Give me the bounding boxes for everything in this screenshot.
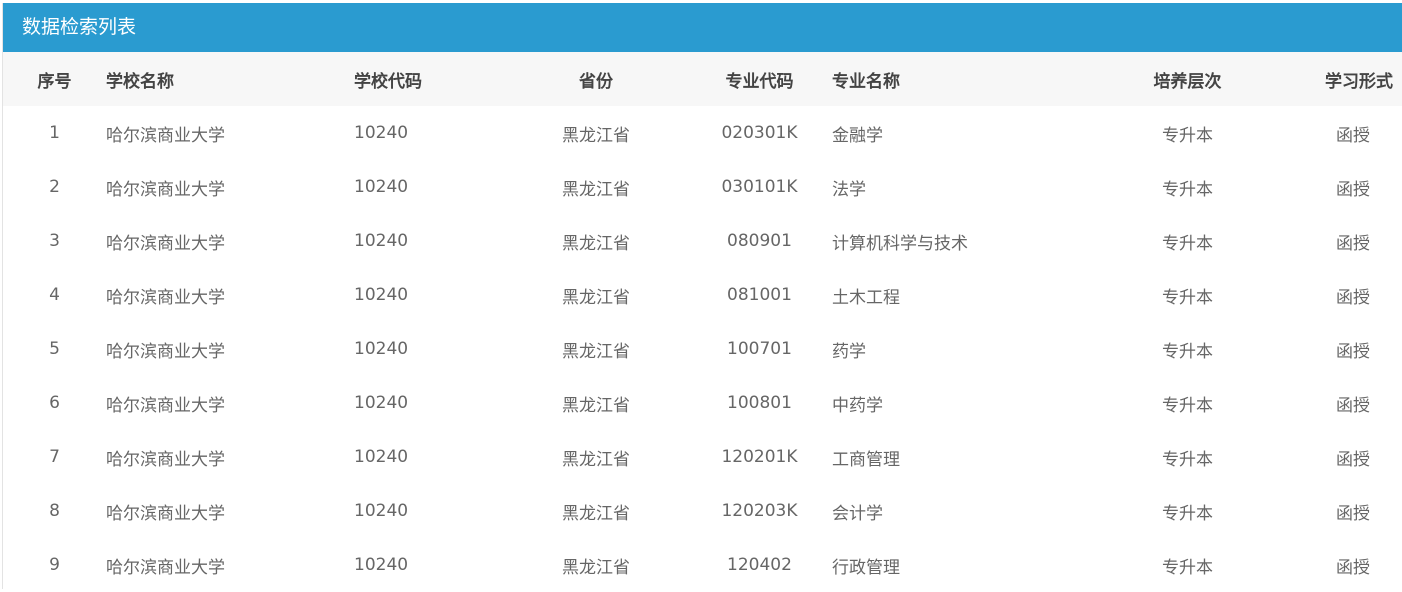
cell-study-form: 函授	[1336, 557, 1370, 578]
cell-index: 5	[49, 339, 60, 359]
cell-level: 专升本	[1162, 125, 1213, 146]
cell-study-form: 函授	[1336, 125, 1370, 146]
cell-index: 4	[49, 285, 60, 305]
cell-school-code: 10240	[354, 123, 409, 143]
cell-school-name: 哈尔滨商业大学	[106, 557, 225, 578]
cell-major-code: 100701	[727, 339, 792, 359]
cell-study-form: 函授	[1336, 503, 1370, 524]
table-row[interactable]: 9 哈尔滨商业大学 10240 黑龙江省 120402 行政管理 专升本 函授	[3, 538, 1402, 592]
cell-study-form: 函授	[1336, 395, 1370, 416]
cell-school-code: 10240	[354, 555, 409, 575]
col-header-major-name: 专业名称	[832, 71, 900, 92]
cell-major-code: 120203K	[721, 501, 798, 521]
cell-level: 专升本	[1162, 557, 1213, 578]
table-row[interactable]: 7 哈尔滨商业大学 10240 黑龙江省 120201K 工商管理 专升本 函授	[3, 430, 1402, 484]
table-row[interactable]: 3 哈尔滨商业大学 10240 黑龙江省 080901 计算机科学与技术 专升本 函授	[3, 214, 1402, 268]
cell-index: 2	[49, 177, 60, 197]
results-table: 序号 学校名称 学校代码 省份 专业代码 专业名称 培养层次 学习形式 1 哈尔滨…	[3, 52, 1402, 592]
col-header-study-form: 学习形式	[1325, 71, 1393, 92]
cell-school-code: 10240	[354, 339, 409, 359]
cell-major-name: 土木工程	[832, 287, 900, 308]
cell-major-name: 行政管理	[832, 557, 900, 578]
col-header-level: 培养层次	[1153, 71, 1222, 92]
cell-major-code: 020301K	[721, 123, 798, 143]
cell-major-code: 081001	[727, 285, 792, 305]
cell-school-code: 10240	[354, 285, 409, 305]
cell-index: 9	[49, 555, 60, 575]
cell-index: 7	[49, 447, 60, 467]
cell-province: 黑龙江省	[562, 233, 630, 254]
cell-major-code: 120201K	[721, 447, 798, 467]
table-row[interactable]: 4 哈尔滨商业大学 10240 黑龙江省 081001 土木工程 专升本 函授	[3, 268, 1402, 322]
cell-major-name: 中药学	[832, 395, 883, 416]
cell-school-code: 10240	[354, 393, 409, 413]
cell-school-name: 哈尔滨商业大学	[106, 341, 225, 362]
cell-major-name: 药学	[832, 341, 866, 362]
cell-major-name: 金融学	[832, 125, 883, 146]
table-body: 1 哈尔滨商业大学 10240 黑龙江省 020301K 金融学 专升本 函授 2 哈尔滨商业大学…	[3, 106, 1402, 592]
cell-level: 专升本	[1162, 341, 1213, 362]
cell-province: 黑龙江省	[562, 287, 630, 308]
cell-major-code: 100801	[727, 393, 792, 413]
cell-major-code: 030101K	[721, 177, 798, 197]
cell-school-code: 10240	[354, 447, 409, 467]
col-header-major-code: 专业代码	[725, 71, 794, 92]
cell-province: 黑龙江省	[562, 503, 630, 524]
cell-province: 黑龙江省	[562, 449, 630, 470]
panel-title: 数据检索列表	[3, 3, 1402, 52]
col-header-province: 省份	[579, 71, 613, 92]
cell-province: 黑龙江省	[562, 395, 630, 416]
cell-province: 黑龙江省	[562, 557, 630, 578]
cell-school-name: 哈尔滨商业大学	[106, 503, 225, 524]
cell-school-code: 10240	[354, 177, 409, 197]
table-row[interactable]: 5 哈尔滨商业大学 10240 黑龙江省 100701 药学 专升本 函授	[3, 322, 1402, 376]
col-header-school-name: 学校名称	[106, 71, 174, 92]
cell-province: 黑龙江省	[562, 125, 630, 146]
cell-school-code: 10240	[354, 501, 409, 521]
cell-school-name: 哈尔滨商业大学	[106, 233, 225, 254]
cell-school-name: 哈尔滨商业大学	[106, 179, 225, 200]
table-row[interactable]: 6 哈尔滨商业大学 10240 黑龙江省 100801 中药学 专升本 函授	[3, 376, 1402, 430]
table-row[interactable]: 2 哈尔滨商业大学 10240 黑龙江省 030101K 法学 专升本 函授	[3, 160, 1402, 214]
cell-province: 黑龙江省	[562, 179, 630, 200]
cell-index: 6	[49, 393, 60, 413]
table-header-row: 序号 学校名称 学校代码 省份 专业代码 专业名称 培养层次 学习形式	[3, 52, 1402, 106]
cell-major-name: 法学	[832, 179, 866, 200]
cell-level: 专升本	[1162, 287, 1213, 308]
cell-school-name: 哈尔滨商业大学	[106, 449, 225, 470]
cell-province: 黑龙江省	[562, 341, 630, 362]
cell-school-name: 哈尔滨商业大学	[106, 395, 225, 416]
cell-index: 3	[49, 231, 60, 251]
cell-level: 专升本	[1162, 233, 1213, 254]
cell-study-form: 函授	[1336, 233, 1370, 254]
cell-major-name: 计算机科学与技术	[832, 233, 968, 254]
cell-index: 1	[49, 123, 60, 143]
cell-index: 8	[49, 501, 60, 521]
table-row[interactable]: 1 哈尔滨商业大学 10240 黑龙江省 020301K 金融学 专升本 函授	[3, 106, 1402, 160]
cell-major-name: 工商管理	[832, 449, 900, 470]
data-search-panel: 数据检索列表 序号 学校名称 学校代码 省份 专业代码 专业名称 培养层次 学习…	[2, 3, 1402, 589]
cell-study-form: 函授	[1336, 287, 1370, 308]
cell-school-name: 哈尔滨商业大学	[106, 125, 225, 146]
col-header-index: 序号	[37, 71, 72, 92]
cell-school-code: 10240	[354, 231, 409, 251]
cell-study-form: 函授	[1336, 341, 1370, 362]
cell-level: 专升本	[1162, 503, 1213, 524]
cell-level: 专升本	[1162, 449, 1213, 470]
cell-level: 专升本	[1162, 179, 1213, 200]
cell-study-form: 函授	[1336, 179, 1370, 200]
cell-major-code: 120402	[727, 555, 792, 575]
cell-study-form: 函授	[1336, 449, 1370, 470]
cell-major-code: 080901	[727, 231, 792, 251]
table-row[interactable]: 8 哈尔滨商业大学 10240 黑龙江省 120203K 会计学 专升本 函授	[3, 484, 1402, 538]
cell-major-name: 会计学	[832, 503, 883, 524]
cell-school-name: 哈尔滨商业大学	[106, 287, 225, 308]
col-header-school-code: 学校代码	[354, 71, 422, 92]
cell-level: 专升本	[1162, 395, 1213, 416]
